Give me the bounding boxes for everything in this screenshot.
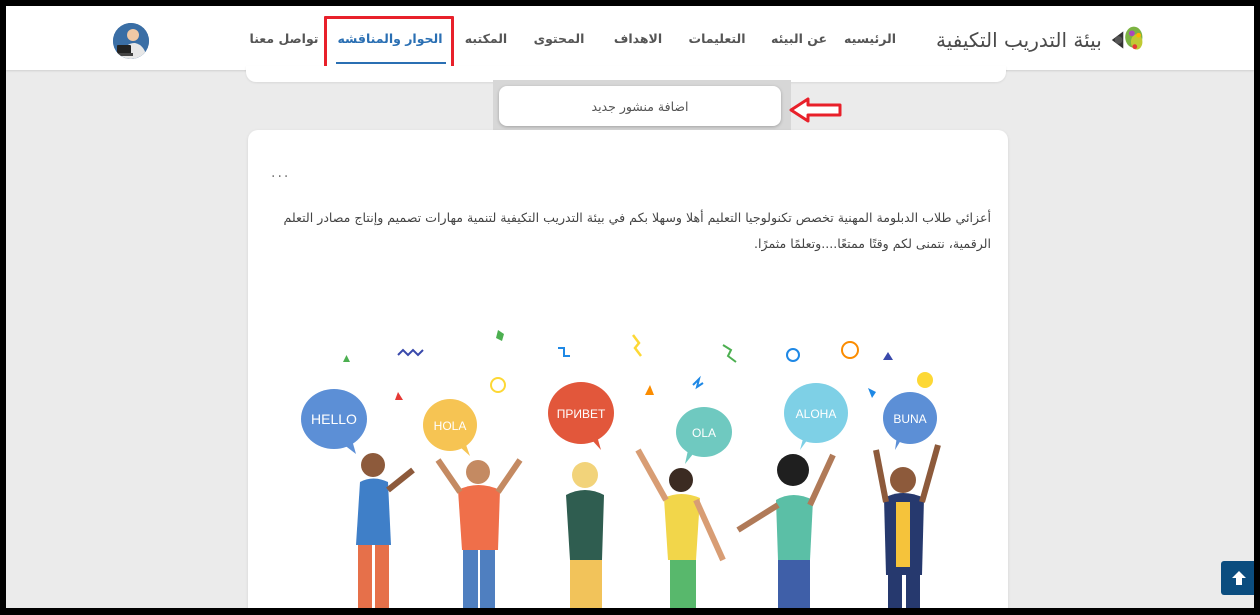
- avatar-image: [113, 23, 149, 59]
- post-body-text: أعزائي طلاب الدبلومة المهنية تخصص تكنولو…: [283, 210, 991, 251]
- bubble-privet-text: ПРИВЕТ: [557, 407, 606, 421]
- add-new-post-button[interactable]: اضافة منشور جديد: [499, 86, 781, 126]
- leaf-logo-icon: [1111, 26, 1143, 50]
- left-arrow-annotation-icon: [789, 97, 842, 123]
- bubble-hello: HELLO: [301, 389, 367, 454]
- browser-viewport: بيئة التدريب التكيفية الرئيسيه عن البيئه…: [0, 0, 1260, 615]
- nav-item-instructions[interactable]: التعليمات: [689, 31, 746, 46]
- person-1: [356, 453, 415, 608]
- bubble-hola: HOLA: [423, 399, 477, 456]
- person-6: [873, 444, 941, 608]
- person-3: [566, 462, 604, 608]
- navbar: بيئة التدريب التكيفية الرئيسيه عن البيئه…: [6, 6, 1254, 73]
- site-logo[interactable]: بيئة التدريب التكيفية: [936, 20, 1146, 60]
- welcome-illustration: HELLO HOLA ПРИВЕТ OLA ALOHA BUNA: [301, 330, 941, 608]
- bubble-aloha-text: ALOHA: [796, 407, 837, 421]
- bubble-aloha: ALOHA: [784, 383, 848, 450]
- scroll-to-top-button[interactable]: [1221, 561, 1254, 595]
- bubble-ola-text: OLA: [692, 426, 716, 440]
- bubble-privet: ПРИВЕТ: [548, 382, 614, 450]
- arrow-up-icon: [1232, 571, 1246, 585]
- bubble-buna: BUNA: [883, 392, 937, 450]
- nav-item-home[interactable]: الرئيسيه: [844, 31, 896, 46]
- site-title: بيئة التدريب التكيفية: [936, 28, 1102, 52]
- nav-item-library[interactable]: المكتبه: [465, 31, 507, 46]
- bubble-ola: OLA: [676, 407, 732, 464]
- person-5: [736, 453, 836, 608]
- person-4: [635, 448, 726, 608]
- nav-item-about[interactable]: عن البيئه: [771, 31, 827, 46]
- post-options-menu[interactable]: ...: [271, 165, 290, 181]
- annotation-highlight-box: [324, 16, 454, 73]
- user-avatar[interactable]: [113, 23, 149, 59]
- nav-item-contact[interactable]: تواصل معنا: [250, 31, 319, 46]
- post-card: ... أعزائي طلاب الدبلومة المهنية تخصص تك…: [248, 130, 1008, 608]
- person-2: [435, 458, 523, 608]
- bubble-hello-text: HELLO: [311, 411, 357, 427]
- add-new-post-label: اضافة منشور جديد: [591, 98, 689, 114]
- bubble-buna-text: BUNA: [893, 412, 926, 426]
- nav-item-goals[interactable]: الاهداف: [614, 31, 662, 46]
- bubble-hola-text: HOLA: [434, 419, 467, 433]
- nav-item-content[interactable]: المحتوى: [534, 31, 585, 46]
